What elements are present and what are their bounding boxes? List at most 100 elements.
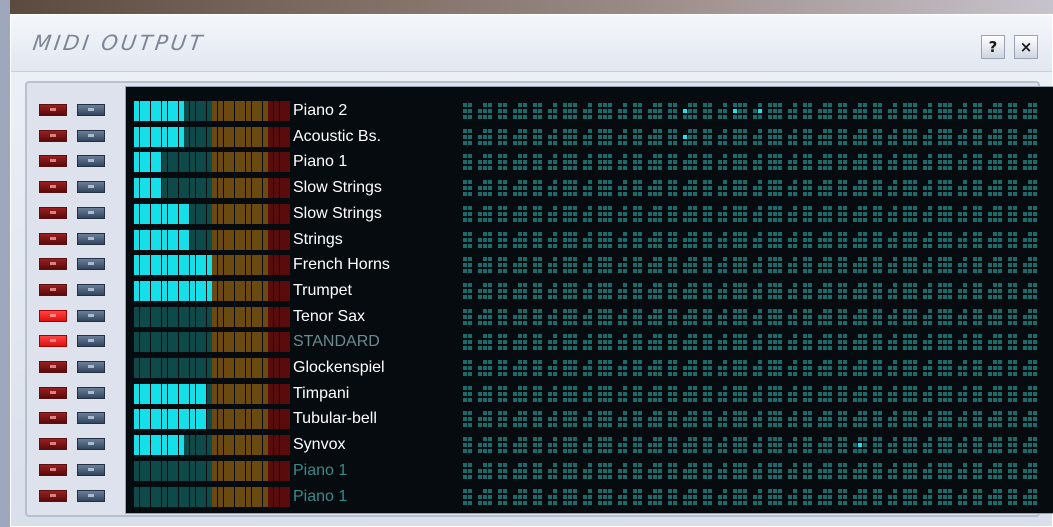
solo-button[interactable]	[77, 310, 105, 322]
mute-button[interactable]	[39, 155, 67, 167]
solo-button[interactable]	[77, 361, 105, 373]
pattern-cell	[853, 372, 857, 376]
pattern-cell	[463, 192, 467, 196]
channel-name[interactable]: French Horns	[293, 255, 390, 275]
channel-name[interactable]: Piano 2	[293, 101, 347, 121]
solo-button[interactable]	[77, 104, 105, 116]
channel-name[interactable]: Strings	[293, 230, 343, 250]
channel-name[interactable]: Slow Strings	[293, 204, 382, 224]
channel-name[interactable]: Tubular-bell	[293, 409, 377, 429]
pattern-cell	[703, 309, 707, 313]
channel-name[interactable]: Acoustic Bs.	[293, 127, 381, 147]
mute-button[interactable]	[39, 335, 67, 347]
pattern-cell	[808, 218, 812, 222]
solo-button[interactable]	[77, 464, 105, 476]
mute-button[interactable]	[39, 284, 67, 296]
pattern-cell	[468, 463, 472, 467]
pattern-cell	[773, 160, 777, 164]
channel-name[interactable]: Timpani	[293, 384, 349, 404]
channel-name[interactable]: Glockenspiel	[293, 358, 385, 378]
pattern-cell	[993, 295, 997, 299]
mute-button[interactable]	[39, 438, 67, 450]
pattern-cell	[648, 423, 652, 427]
meter-segment	[162, 435, 167, 455]
mute-button[interactable]	[39, 387, 67, 399]
pattern-cell	[793, 232, 797, 236]
channel-name[interactable]: Tenor Sax	[293, 307, 365, 327]
pattern-cell	[823, 166, 827, 170]
solo-button[interactable]	[77, 284, 105, 296]
pattern-cell	[823, 244, 827, 248]
meter-segment	[178, 152, 184, 172]
pattern-cell	[653, 263, 657, 267]
channel-name[interactable]: Trumpet	[293, 281, 352, 301]
mute-button[interactable]	[39, 361, 67, 373]
help-button[interactable]: ?	[981, 35, 1005, 59]
meter-segment	[150, 384, 156, 404]
solo-button[interactable]	[77, 258, 105, 270]
mute-button[interactable]	[39, 490, 67, 502]
close-button[interactable]: ×	[1014, 35, 1038, 59]
mute-button[interactable]	[39, 464, 67, 476]
solo-button[interactable]	[77, 412, 105, 424]
pattern-cell	[498, 257, 502, 261]
pattern-cell	[973, 334, 977, 338]
channel-name[interactable]: Synvox	[293, 435, 345, 455]
meter-segment	[251, 281, 257, 301]
pattern-cell	[1013, 295, 1017, 299]
solo-button[interactable]	[77, 181, 105, 193]
pattern-cell	[1013, 232, 1017, 236]
pattern-cell	[1033, 334, 1037, 338]
title-bar[interactable]: MIDI OUTPUT ? ×	[11, 15, 1052, 72]
solo-button[interactable]	[77, 438, 105, 450]
solo-button[interactable]	[77, 490, 105, 502]
channel-name[interactable]: Piano 1	[293, 487, 347, 507]
mute-button[interactable]	[39, 181, 67, 193]
pattern-cell	[978, 218, 982, 222]
channel-name[interactable]: Slow Strings	[293, 178, 382, 198]
channel-name[interactable]: Piano 1	[293, 152, 347, 172]
mute-button[interactable]	[39, 233, 67, 245]
solo-button[interactable]	[77, 207, 105, 219]
pattern-cell	[498, 449, 502, 453]
pattern-cell	[768, 212, 772, 216]
pattern-cell	[553, 469, 557, 473]
pattern-cell	[693, 334, 697, 338]
pattern-cell	[978, 366, 982, 370]
solo-button[interactable]	[77, 155, 105, 167]
pattern-cell	[858, 417, 862, 421]
mute-button[interactable]	[39, 130, 67, 142]
mute-button[interactable]	[39, 412, 67, 424]
mute-button[interactable]	[39, 207, 67, 219]
pattern-cell	[773, 263, 777, 267]
pattern-cell	[948, 263, 952, 267]
pattern-cell	[973, 192, 977, 196]
pattern-cell	[858, 449, 862, 453]
pattern-cell	[523, 129, 527, 133]
solo-button[interactable]	[77, 335, 105, 347]
pattern-cell	[668, 411, 672, 415]
channel-name[interactable]: STANDARD	[293, 332, 380, 352]
pattern-cell	[513, 135, 517, 139]
pattern-cell	[538, 398, 542, 402]
solo-button[interactable]	[77, 233, 105, 245]
pattern-cell	[1033, 289, 1037, 293]
pattern-cell	[893, 346, 897, 350]
mute-button[interactable]	[39, 258, 67, 270]
mute-button[interactable]	[39, 310, 67, 322]
pattern-cell	[743, 238, 747, 242]
pattern-cell	[843, 443, 847, 447]
solo-button[interactable]	[77, 387, 105, 399]
channel-name[interactable]: Piano 1	[293, 461, 347, 481]
meter-segment	[268, 230, 274, 250]
pattern-cell	[598, 109, 602, 113]
pattern-cell	[483, 449, 487, 453]
meter-segment	[184, 307, 190, 327]
pattern-cell	[633, 289, 637, 293]
solo-button[interactable]	[77, 130, 105, 142]
pattern-cell	[738, 160, 742, 164]
pattern-cell	[588, 218, 592, 222]
mute-button[interactable]	[39, 104, 67, 116]
meter-segment	[262, 487, 268, 507]
pattern-cell	[598, 180, 602, 184]
